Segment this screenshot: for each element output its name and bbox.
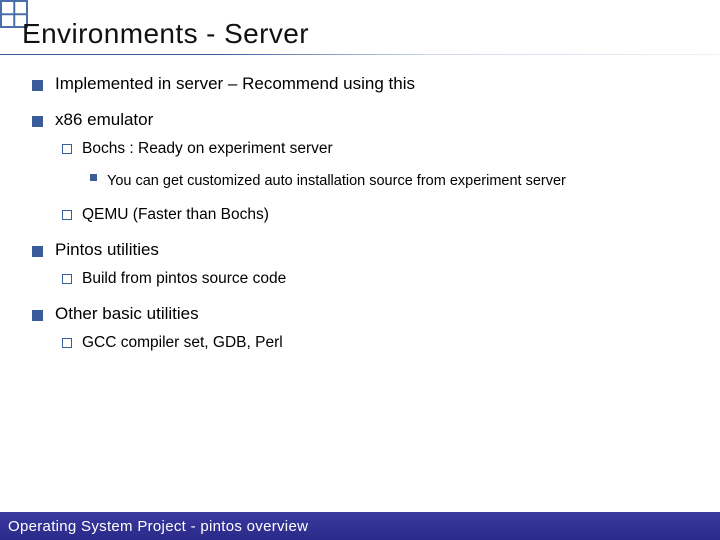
list-item-text: GCC compiler set, GDB, Perl — [82, 334, 283, 352]
slide: Environments - Server Implemented in ser… — [0, 0, 720, 540]
bullet-hollow-icon — [62, 274, 72, 284]
bullet-tiny-icon — [90, 174, 97, 181]
slide-header: Environments - Server — [0, 0, 720, 56]
header-divider — [0, 54, 720, 55]
bullet-list-l1: Implemented in server – Recommend using … — [32, 74, 694, 352]
list-item: You can get customized auto installation… — [90, 168, 694, 196]
bullet-square-icon — [32, 246, 43, 257]
list-item-text: Bochs : Ready on experiment server — [82, 140, 333, 158]
list-item: Pintos utilities Build from pintos sourc… — [32, 240, 694, 288]
bullet-hollow-icon — [62, 144, 72, 154]
list-item: GCC compiler set, GDB, Perl — [62, 334, 694, 352]
bullet-square-icon — [32, 80, 43, 91]
list-item: Build from pintos source code — [62, 270, 694, 288]
list-item-text: Other basic utilities — [55, 304, 199, 324]
list-item: x86 emulator Bochs : Ready on experiment… — [32, 110, 694, 224]
list-item-text: x86 emulator — [55, 110, 153, 130]
bullet-list-l2: Build from pintos source code — [62, 270, 694, 288]
list-item: Other basic utilities GCC compiler set, … — [32, 304, 694, 352]
footer-text: Operating System Project - pintos overvi… — [8, 518, 308, 535]
bullet-list-l3: You can get customized auto installation… — [90, 168, 694, 196]
bullet-list-l2: Bochs : Ready on experiment server You c… — [62, 140, 694, 224]
bullet-hollow-icon — [62, 210, 72, 220]
list-item: Bochs : Ready on experiment server You c… — [62, 140, 694, 196]
list-item: Implemented in server – Recommend using … — [32, 74, 694, 94]
list-item-text: Implemented in server – Recommend using … — [55, 74, 415, 94]
slide-title: Environments - Server — [22, 18, 309, 50]
list-item-text: QEMU (Faster than Bochs) — [82, 206, 269, 224]
bullet-hollow-icon — [62, 338, 72, 348]
list-item-text: Pintos utilities — [55, 240, 159, 260]
slide-footer: Operating System Project - pintos overvi… — [0, 512, 720, 540]
list-item-text: You can get customized auto installation… — [107, 168, 566, 196]
list-item: QEMU (Faster than Bochs) — [62, 206, 694, 224]
bullet-list-l2: GCC compiler set, GDB, Perl — [62, 334, 694, 352]
bullet-square-icon — [32, 116, 43, 127]
bullet-square-icon — [32, 310, 43, 321]
slide-content: Implemented in server – Recommend using … — [0, 56, 720, 512]
list-item-text: Build from pintos source code — [82, 270, 286, 288]
